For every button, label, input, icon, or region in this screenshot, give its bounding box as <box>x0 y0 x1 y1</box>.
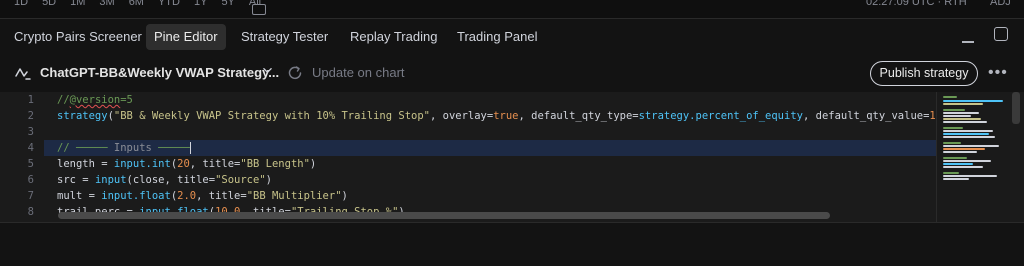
line-number: 6 <box>27 174 34 186</box>
vertical-scrollbar[interactable] <box>1012 92 1020 124</box>
adj-toggle[interactable]: ADJ <box>990 0 1011 8</box>
code-line: src = input(close, title="Source") <box>57 174 272 186</box>
more-horizontal-icon[interactable]: ••• <box>988 64 1008 82</box>
horizontal-scrollbar[interactable] <box>58 212 830 219</box>
range-5y[interactable]: 5Y <box>221 0 234 8</box>
range-3m[interactable]: 3M <box>99 0 114 8</box>
tab-pine-editor[interactable]: Pine Editor <box>146 24 226 50</box>
time-info: 02:27:09 UTC · RTH <box>866 0 967 8</box>
range-5d[interactable]: 5D <box>42 0 56 8</box>
line-number: 2 <box>27 110 34 122</box>
code-line: strategy("BB & Weekly VWAP Strategy with… <box>57 110 955 122</box>
calendar-icon[interactable] <box>252 4 266 15</box>
script-name[interactable]: ChatGPT-BB&Weekly VWAP Strategy... <box>40 65 279 80</box>
tab-replay-trading[interactable]: Replay Trading <box>342 24 445 50</box>
bottom-panel-tabs: Crypto Pairs Screener Pine Editor Strate… <box>0 18 1024 54</box>
code-minimap[interactable] <box>936 92 1010 222</box>
code-line: // ───── Inputs ───── <box>57 142 191 154</box>
line-number: 1 <box>27 94 34 106</box>
maximize-icon[interactable] <box>994 27 1008 41</box>
code-line: mult = input.float(2.0, title="BB Multip… <box>57 190 348 202</box>
tab-crypto-pairs-screener[interactable]: Crypto Pairs Screener <box>6 24 150 50</box>
date-range-bar: 1D 5D 1M 3M 6M YTD 1Y 5Y All 02:27:09 UT… <box>0 0 1024 18</box>
tab-strategy-tester[interactable]: Strategy Tester <box>233 24 336 50</box>
tab-trading-panel[interactable]: Trading Panel <box>449 24 545 50</box>
line-number: 5 <box>27 158 34 170</box>
line-number: 4 <box>27 142 34 154</box>
minimize-icon[interactable] <box>962 41 974 43</box>
range-ytd[interactable]: YTD <box>158 0 180 8</box>
editor-footer-area <box>0 222 1024 266</box>
range-1m[interactable]: 1M <box>70 0 85 8</box>
code-line: //@version=5 <box>57 94 133 106</box>
range-1y[interactable]: 1Y <box>194 0 207 8</box>
line-number-gutter: 1 2 3 4 5 6 7 8 <box>0 92 44 222</box>
range-6m[interactable]: 6M <box>129 0 144 8</box>
code-editor[interactable]: 1 2 3 4 5 6 7 8 //@version=5 strategy("B… <box>0 92 1024 222</box>
line-number: 3 <box>27 126 34 138</box>
line-number: 8 <box>27 206 34 218</box>
update-on-chart-button[interactable]: Update on chart <box>312 65 405 80</box>
range-1d[interactable]: 1D <box>14 0 28 8</box>
publish-strategy-button[interactable]: Publish strategy <box>870 61 978 86</box>
refresh-icon <box>288 66 302 80</box>
script-wave-icon <box>15 68 31 80</box>
chevron-down-icon[interactable] <box>263 66 272 75</box>
code-line: length = input.int(20, title="BB Length"… <box>57 158 317 170</box>
line-number: 7 <box>27 190 34 202</box>
range-buttons: 1D 5D 1M 3M 6M YTD 1Y 5Y All <box>14 0 261 8</box>
